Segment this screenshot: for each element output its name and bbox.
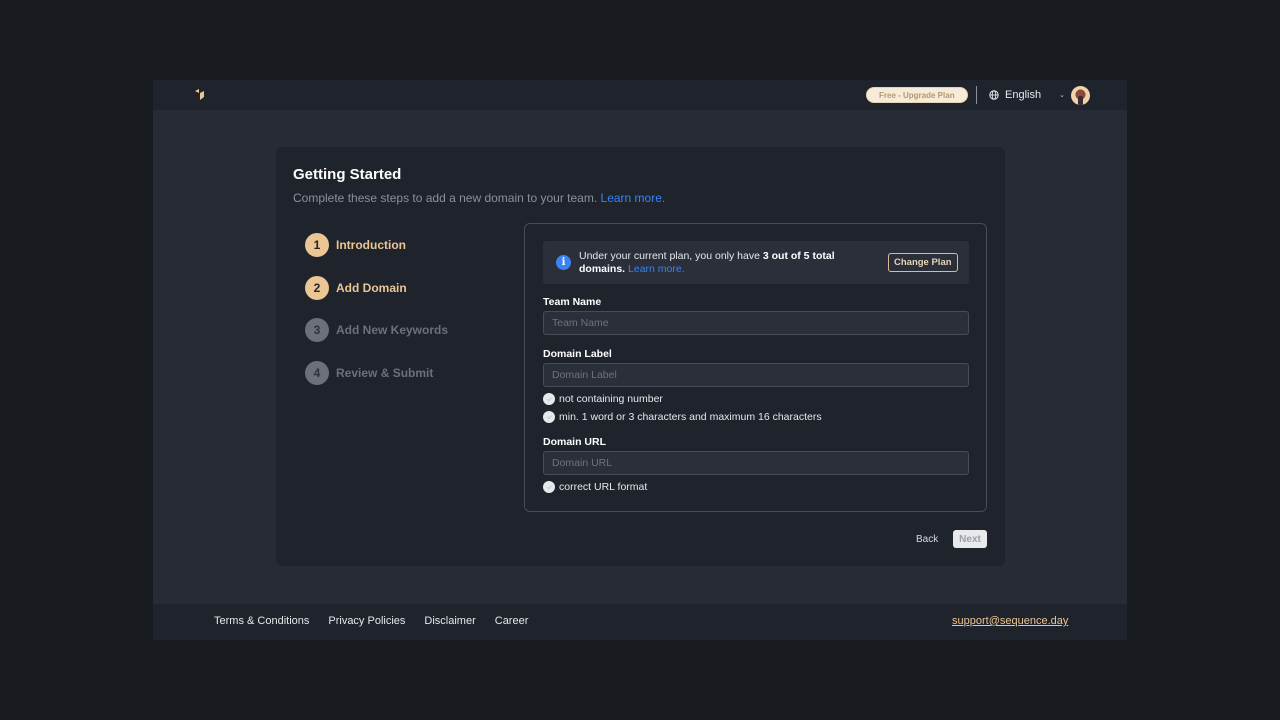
check-circle-icon [543,393,555,405]
check-circle-icon [543,411,555,423]
domain-label-input[interactable] [543,363,969,387]
support-email-link[interactable]: support@sequence.day [952,615,1068,627]
rule-text: not containing number [559,393,663,405]
step-add-new-keywords[interactable]: 3 Add New Keywords [305,318,448,342]
step-number: 2 [305,275,329,300]
plan-limit-notice: i Under your current plan, you only have… [543,241,969,284]
language-label: English [1005,89,1042,101]
change-plan-button[interactable]: Change Plan [888,253,958,272]
team-name-label: Team Name [543,296,602,308]
footer: Terms & Conditions Privacy Policies Disc… [153,604,1127,640]
step-review-submit[interactable]: 4 Review & Submit [305,360,448,385]
step-label: Add Domain [336,280,407,295]
stepper: 1 Introduction 2 Add Domain 3 Add New Ke… [305,233,448,403]
step-label: Introduction [336,238,406,252]
getting-started-card: Getting Started Complete these steps to … [276,147,1005,566]
notice-text-plain: Under your current plan, you only have [579,250,763,262]
top-bar: Free - Upgrade Plan English ⌄ [153,80,1127,110]
add-domain-form: i Under your current plan, you only have… [524,223,987,512]
page-title: Getting Started [293,166,402,183]
footer-link-privacy[interactable]: Privacy Policies [328,615,405,627]
step-introduction[interactable]: 1 Introduction [305,233,448,257]
user-avatar[interactable] [1071,86,1090,105]
next-button[interactable]: Next [953,530,987,548]
rule-text: correct URL format [559,481,648,493]
globe-icon [989,90,999,100]
language-selector[interactable]: English ⌄ [989,87,1065,103]
info-icon: i [556,255,571,270]
validation-rule: correct URL format [543,481,647,493]
team-name-input[interactable] [543,311,969,335]
footer-link-terms[interactable]: Terms & Conditions [214,615,309,627]
rule-text: min. 1 word or 3 characters and maximum … [559,411,822,423]
step-add-domain[interactable]: 2 Add Domain [305,275,448,300]
footer-links: Terms & Conditions Privacy Policies Disc… [214,615,528,627]
domain-url-label: Domain URL [543,436,606,448]
footer-link-career[interactable]: Career [495,615,529,627]
subtitle-text: Complete these steps to add a new domain… [293,191,598,205]
page-subtitle: Complete these steps to add a new domain… [293,191,665,205]
step-label: Review & Submit [336,365,434,380]
domain-label-label: Domain Label [543,348,612,360]
footer-link-disclaimer[interactable]: Disclaimer [424,615,475,627]
step-label: Add New Keywords [336,323,449,337]
topbar-divider [976,86,977,104]
check-circle-icon [543,481,555,493]
notice-text: Under your current plan, you only have 3… [579,250,869,275]
step-number: 4 [305,360,329,385]
app-window: Free - Upgrade Plan English ⌄ Getting St… [153,80,1127,640]
step-number: 3 [305,318,329,342]
upgrade-plan-badge[interactable]: Free - Upgrade Plan [866,87,968,103]
back-button[interactable]: Back [912,530,942,548]
domain-url-input[interactable] [543,451,969,475]
validation-rule: min. 1 word or 3 characters and maximum … [543,411,822,423]
validation-rule: not containing number [543,393,663,405]
step-number: 1 [305,233,329,257]
chevron-down-icon: ⌄ [1059,92,1065,99]
sequence-logo-icon[interactable] [193,88,207,102]
learn-more-link[interactable]: Learn more. [601,191,666,205]
notice-learn-more-link[interactable]: Learn more. [628,263,685,275]
